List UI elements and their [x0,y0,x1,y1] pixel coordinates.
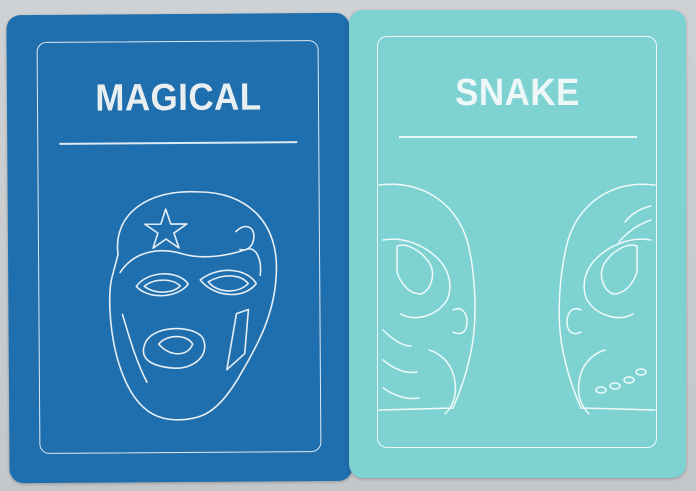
snake-card: SNAKE [349,10,686,478]
wrestler-mask-split-icon [378,183,656,415]
magical-card: MAGICAL [6,12,353,484]
wrestler-mask-star-icon [108,190,278,421]
